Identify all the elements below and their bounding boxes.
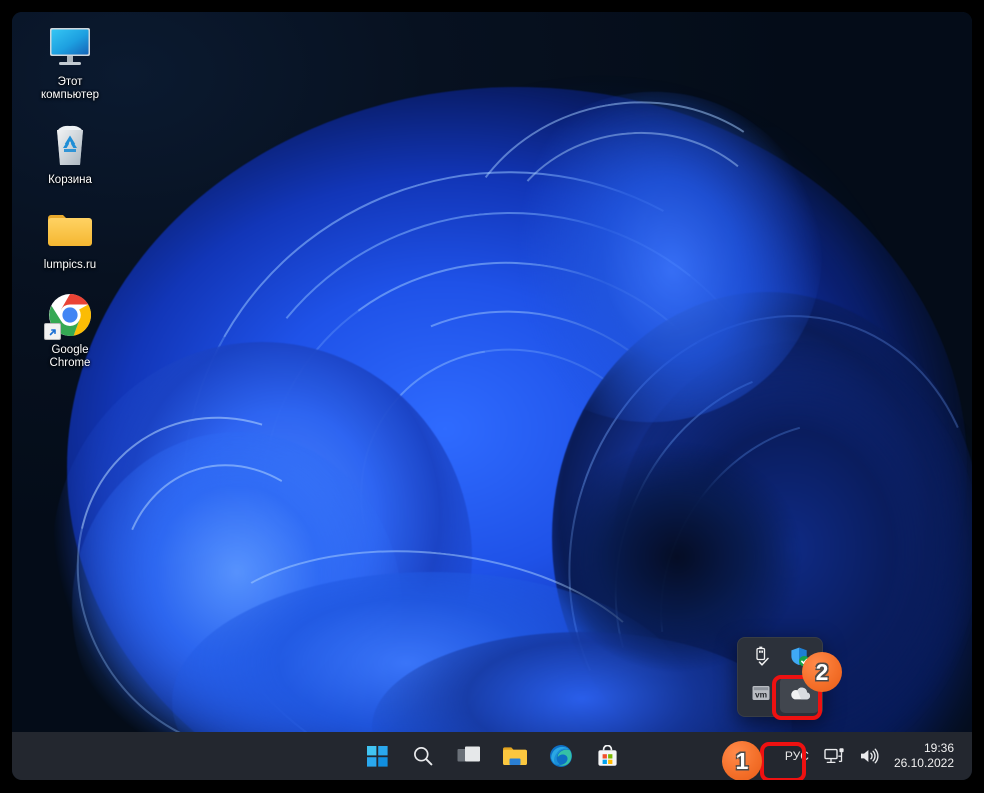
tray-item-windows-security[interactable] [780, 641, 819, 677]
cloud-icon [788, 684, 812, 707]
folder-icon [24, 205, 116, 255]
desktop-icon-label: Google Chrome [49, 344, 91, 369]
shield-check-icon [789, 646, 811, 673]
desktop-icon-recycle-bin[interactable]: Корзина [24, 120, 116, 187]
desktop-icon-label: Корзина [48, 174, 92, 186]
show-hidden-icons-button[interactable] [732, 736, 776, 776]
system-tray: РУС 19:36 26.10.2022 [732, 732, 964, 780]
tray-item-onedrive[interactable] [780, 677, 819, 713]
desktop-icon-google-chrome[interactable]: Google Chrome [24, 290, 116, 370]
desktop-icon-label: Этот компьютер [41, 76, 99, 101]
svg-text:vm: vm [754, 689, 766, 699]
clock-date: 26.10.2022 [893, 756, 954, 770]
desktop-icon-this-pc[interactable]: Этот компьютер [24, 22, 116, 102]
recycle-bin-icon [24, 120, 116, 170]
volume-button[interactable] [853, 736, 886, 776]
tray-item-vmware[interactable]: vm [741, 677, 780, 713]
monitor-icon [24, 22, 116, 72]
start-button[interactable] [357, 736, 397, 776]
microsoft-store-button[interactable] [587, 736, 627, 776]
desktop-icon-lumpics-folder[interactable]: lumpics.ru [24, 205, 116, 272]
taskbar-center-group [357, 732, 627, 780]
network-button[interactable] [818, 736, 851, 776]
edge-button[interactable] [541, 736, 581, 776]
vmware-icon: vm [751, 683, 771, 708]
tray-item-safely-remove-hardware[interactable] [741, 641, 780, 677]
desktop-icon-label: lumpics.ru [43, 259, 97, 271]
hidden-icons-flyout: vm [737, 637, 823, 717]
file-explorer-button[interactable] [495, 736, 535, 776]
desktop-icon-list: Этот компьютер Корзина lumpics.ru Google… [18, 18, 128, 388]
screenshot-frame: Этот компьютер Корзина lumpics.ru Google… [0, 0, 984, 793]
desktop-screen: Этот компьютер Корзина lumpics.ru Google… [12, 12, 972, 780]
usb-eject-icon [750, 646, 772, 673]
search-button[interactable] [403, 736, 443, 776]
desktop-wallpaper [12, 12, 972, 780]
clock[interactable]: 19:36 26.10.2022 [888, 736, 964, 776]
shortcut-arrow-icon [44, 323, 61, 340]
language-indicator[interactable]: РУС [778, 736, 816, 776]
chrome-icon [24, 290, 116, 340]
clock-time: 19:36 [923, 741, 954, 755]
taskbar: РУС 19:36 26.10.2022 [12, 732, 972, 780]
task-view-button[interactable] [449, 736, 489, 776]
